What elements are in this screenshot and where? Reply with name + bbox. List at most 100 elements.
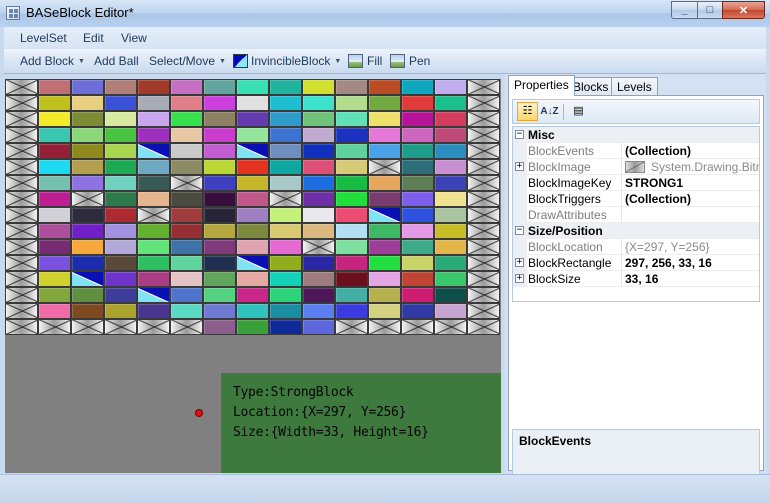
colored-block[interactable] xyxy=(203,223,236,239)
app-icon[interactable] xyxy=(6,6,20,20)
colored-block[interactable] xyxy=(434,239,467,255)
colored-block[interactable] xyxy=(434,287,467,303)
colored-block[interactable] xyxy=(269,287,302,303)
colored-block[interactable] xyxy=(401,287,434,303)
default-block[interactable] xyxy=(5,255,38,271)
categorized-button[interactable]: ☷ xyxy=(517,102,538,121)
colored-block[interactable] xyxy=(368,271,401,287)
default-block[interactable] xyxy=(5,191,38,207)
colored-block[interactable] xyxy=(335,95,368,111)
column-divider[interactable] xyxy=(621,239,622,255)
default-block[interactable] xyxy=(137,319,170,335)
colored-block[interactable] xyxy=(203,319,236,335)
colored-block[interactable] xyxy=(269,303,302,319)
colored-block[interactable] xyxy=(104,287,137,303)
colored-block[interactable] xyxy=(401,127,434,143)
minimize-button[interactable]: _ xyxy=(671,1,698,19)
default-block[interactable] xyxy=(170,319,203,335)
colored-block[interactable] xyxy=(302,143,335,159)
colored-block[interactable] xyxy=(401,239,434,255)
colored-block[interactable] xyxy=(269,111,302,127)
column-divider[interactable] xyxy=(621,255,622,271)
colored-block[interactable] xyxy=(434,95,467,111)
colored-block[interactable] xyxy=(170,207,203,223)
colored-block[interactable] xyxy=(137,79,170,95)
property-value[interactable]: STRONG1 xyxy=(625,176,759,190)
default-block[interactable] xyxy=(5,287,38,303)
colored-block[interactable] xyxy=(137,95,170,111)
colored-block[interactable] xyxy=(434,143,467,159)
colored-block[interactable] xyxy=(236,159,269,175)
colored-block[interactable] xyxy=(137,175,170,191)
colored-block[interactable] xyxy=(368,303,401,319)
colored-block[interactable] xyxy=(104,127,137,143)
expand-icon[interactable]: + xyxy=(515,274,524,283)
colored-block[interactable] xyxy=(170,303,203,319)
default-block[interactable] xyxy=(5,127,38,143)
colored-block[interactable] xyxy=(302,159,335,175)
colored-block[interactable] xyxy=(203,143,236,159)
colored-block[interactable] xyxy=(71,95,104,111)
colored-block[interactable] xyxy=(302,287,335,303)
colored-block[interactable] xyxy=(401,175,434,191)
colored-block[interactable] xyxy=(335,143,368,159)
menu-view[interactable]: View xyxy=(121,31,147,45)
colored-block[interactable] xyxy=(269,79,302,95)
colored-block[interactable] xyxy=(170,255,203,271)
default-block[interactable] xyxy=(302,239,335,255)
colored-block[interactable] xyxy=(236,111,269,127)
colored-block[interactable] xyxy=(38,159,71,175)
colored-block[interactable] xyxy=(38,175,71,191)
colored-block[interactable] xyxy=(203,239,236,255)
property-value[interactable]: 297, 256, 33, 16 xyxy=(625,256,759,270)
colored-block[interactable] xyxy=(203,207,236,223)
default-block[interactable] xyxy=(269,191,302,207)
default-block[interactable] xyxy=(335,319,368,335)
alphabetical-button[interactable]: A↓Z xyxy=(539,102,560,121)
colored-block[interactable] xyxy=(434,175,467,191)
colored-block[interactable] xyxy=(335,271,368,287)
colored-block[interactable] xyxy=(170,143,203,159)
colored-block[interactable] xyxy=(269,95,302,111)
colored-block[interactable] xyxy=(38,303,71,319)
colored-block[interactable] xyxy=(137,111,170,127)
colored-block[interactable] xyxy=(137,271,170,287)
default-block[interactable] xyxy=(467,159,500,175)
colored-block[interactable] xyxy=(203,255,236,271)
colored-block[interactable] xyxy=(104,223,137,239)
column-divider[interactable] xyxy=(621,175,622,191)
property-value[interactable]: System.Drawing.Bitm xyxy=(625,160,759,174)
colored-block[interactable] xyxy=(302,271,335,287)
colored-block[interactable] xyxy=(335,79,368,95)
property-row[interactable]: BlockTriggers (Collection) xyxy=(513,191,759,207)
colored-block[interactable] xyxy=(236,127,269,143)
colored-block[interactable] xyxy=(71,143,104,159)
colored-block[interactable] xyxy=(302,127,335,143)
colored-block[interactable] xyxy=(203,79,236,95)
default-block[interactable] xyxy=(467,79,500,95)
colored-block[interactable] xyxy=(401,207,434,223)
colored-block[interactable] xyxy=(137,303,170,319)
colored-block[interactable] xyxy=(203,111,236,127)
colored-block[interactable] xyxy=(401,95,434,111)
default-block[interactable] xyxy=(467,271,500,287)
colored-block[interactable] xyxy=(203,127,236,143)
colored-block[interactable] xyxy=(335,287,368,303)
colored-block[interactable] xyxy=(170,223,203,239)
default-block[interactable] xyxy=(467,207,500,223)
close-button[interactable]: ✕ xyxy=(722,1,765,19)
ball[interactable] xyxy=(195,409,203,417)
default-block[interactable] xyxy=(71,191,104,207)
colored-block[interactable] xyxy=(269,159,302,175)
column-divider[interactable] xyxy=(621,271,622,287)
colored-block[interactable] xyxy=(434,303,467,319)
default-block[interactable] xyxy=(368,159,401,175)
default-block[interactable] xyxy=(467,319,500,335)
colored-block[interactable] xyxy=(203,303,236,319)
colored-block[interactable] xyxy=(203,287,236,303)
colored-block[interactable] xyxy=(38,239,71,255)
colored-block[interactable] xyxy=(104,191,137,207)
menu-levelset[interactable]: LevelSet xyxy=(20,31,67,45)
tab-properties[interactable]: Properties xyxy=(508,75,575,96)
column-divider[interactable] xyxy=(621,207,622,223)
